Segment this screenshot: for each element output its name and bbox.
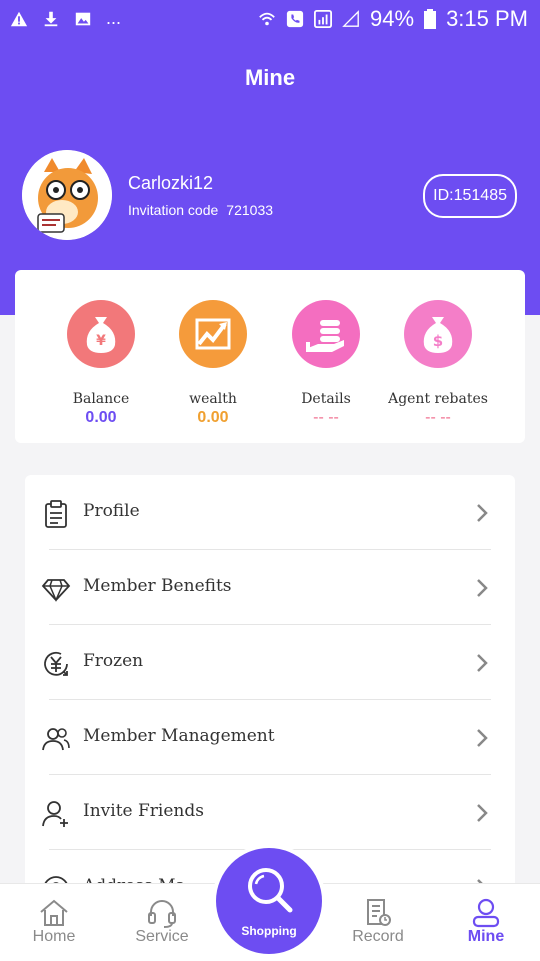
svg-text:¥: ¥ [96,333,106,349]
wifi-icon [259,12,275,26]
shopping-label: Shopping [241,924,297,938]
menu-item-profile[interactable]: Profile [25,475,515,550]
stat-label: wealth [189,391,237,407]
stat-label: Balance [72,391,130,407]
invitation-code-value: 721033 [226,202,274,218]
stat-balance[interactable]: ¥ Balance 0.00 [46,300,156,427]
signal-icon [342,10,359,27]
tab-label: Mine [467,928,505,945]
battery-percent: 94% [370,6,415,31]
menu-item-member-benefits[interactable]: Member Benefits [25,550,515,625]
menu-item-invite-friends[interactable]: Invite Friends [25,775,515,850]
tab-service[interactable]: Service [122,898,202,946]
tab-label: Service [135,928,189,945]
page-title: Mine [244,65,296,90]
headset-icon [148,900,176,928]
user-icon [472,898,500,928]
stat-agent-rebates[interactable]: $ Agent rebates -- -- [383,300,493,427]
invitation-code-row: Invitation code 721033 [128,202,273,218]
tab-mine[interactable]: Mine [446,898,526,946]
chevron-right-icon [477,804,488,822]
stat-value: 0.00 [197,409,229,426]
chevron-right-icon [477,579,488,597]
stat-value: -- -- [425,409,451,426]
clipboard-icon [45,500,67,528]
yen-refresh-icon [44,651,68,676]
menu-label: Member Benefits [83,576,232,596]
users-icon [42,728,70,751]
record-icon [367,899,391,926]
home-icon [40,899,68,926]
tab-home[interactable]: Home [14,898,94,946]
stat-details[interactable]: Details -- -- [271,300,381,427]
signal-box-icon [314,10,333,28]
status-bar-right: 94% 3:15 PM [258,6,528,32]
download-icon [44,11,58,26]
battery-icon [424,9,437,29]
money-bag-yen-icon: ¥ [67,300,135,368]
image-icon [75,12,91,25]
stats-card: ¥ Balance 0.00 wealth 0.00 Details -- --… [15,270,525,443]
diamond-icon [41,579,71,602]
menu-item-member-management[interactable]: Member Management [25,700,515,775]
coins-hand-icon [292,300,360,368]
cat-avatar-icon [22,150,112,240]
menu-label: Member Management [83,726,275,746]
tab-record[interactable]: Record [338,898,418,946]
clock: 3:15 PM [446,6,528,31]
chevron-right-icon [477,729,488,747]
money-bag-dollar-icon: $ [404,300,472,368]
menu-label: Frozen [83,651,144,671]
tab-label: Home [32,928,76,945]
id-badge[interactable]: ID:151485 [423,174,517,218]
status-bar-left: ... [10,8,121,29]
search-icon [248,868,293,913]
add-user-icon [42,801,68,827]
stat-value: -- -- [313,409,339,426]
stat-label: Agent rebates [388,391,488,407]
growth-chart-icon [179,300,247,368]
stat-wealth[interactable]: wealth 0.00 [158,300,268,427]
shopping-button[interactable]: Shopping [216,848,322,954]
stat-label: Details [301,391,351,407]
username: Carlozki12 [128,173,214,193]
chevron-right-icon [477,654,488,672]
menu-label: Profile [83,501,140,521]
status-bar: ... 94% 3:15 PM [0,0,540,40]
stat-value: 0.00 [85,409,117,426]
tab-label: Record [352,928,404,945]
warning-icon [10,11,28,26]
avatar[interactable] [22,150,112,240]
menu-item-frozen[interactable]: Frozen [25,625,515,700]
menu-label: Invite Friends [83,801,204,821]
more-notifications: ... [106,8,122,28]
menu-list: Profile Member Benefits Frozen Member Ma… [25,475,515,895]
call-icon [286,10,304,28]
invitation-code-label: Invitation code [128,202,219,218]
chevron-right-icon [477,504,488,522]
svg-text:$: $ [433,332,443,350]
